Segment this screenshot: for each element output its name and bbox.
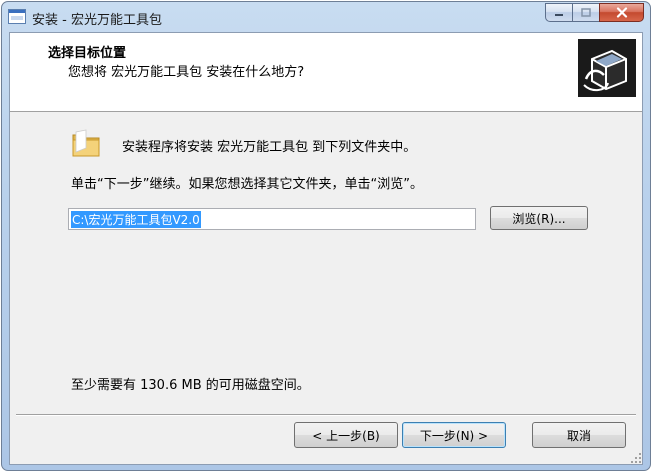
minimize-icon [555, 13, 563, 16]
cancel-button[interactable]: 取消 [532, 422, 626, 448]
next-button[interactable]: 下一步(N) > [402, 422, 506, 448]
footer-divider [16, 414, 636, 416]
resize-grip-icon[interactable] [630, 452, 642, 464]
wizard-body: 安装程序将安装 宏光万能工具包 到下列文件夹中。 单击“下一步”继续。如果您想选… [10, 112, 642, 412]
maximize-icon [581, 8, 591, 17]
caption-buttons [545, 3, 644, 23]
installer-app-icon [8, 9, 26, 24]
maximize-button[interactable] [572, 3, 599, 22]
folder-icon [72, 129, 100, 157]
dialog-client-area: 选择目标位置 您想将 宏光万能工具包 安装在什么地方? 安装程序将安装 宏光万能… [9, 32, 643, 465]
page-subtitle: 您想将 宏光万能工具包 安装在什么地方? [68, 65, 305, 80]
disk-space-requirement: 至少需要有 130.6 MB 的可用磁盘空间。 [71, 378, 310, 393]
wizard-header: 选择目标位置 您想将 宏光万能工具包 安装在什么地方? [10, 33, 642, 112]
destination-path-value: C:\宏光万能工具包V2.0 [71, 210, 201, 228]
instruction-text: 单击“下一步”继续。如果您想选择其它文件夹，单击“浏览”。 [71, 177, 423, 192]
install-intro-text: 安装程序将安装 宏光万能工具包 到下列文件夹中。 [122, 140, 417, 155]
destination-path-input[interactable]: C:\宏光万能工具包V2.0 [68, 208, 476, 230]
window-title: 安装 - 宏光万能工具包 [32, 13, 162, 28]
installer-window: 安装 - 宏光万能工具包 选择目标位置 您想将 宏光万能工具包 安装在什么地方? [1, 1, 651, 471]
close-icon [616, 7, 627, 18]
page-title: 选择目标位置 [48, 46, 127, 61]
back-button[interactable]: < 上一步(B) [294, 422, 398, 448]
title-bar[interactable]: 安装 - 宏光万能工具包 [2, 2, 650, 32]
close-button[interactable] [599, 3, 644, 22]
installer-box-logo [578, 39, 636, 97]
browse-button[interactable]: 浏览(R)... [490, 206, 588, 230]
minimize-button[interactable] [545, 3, 572, 22]
